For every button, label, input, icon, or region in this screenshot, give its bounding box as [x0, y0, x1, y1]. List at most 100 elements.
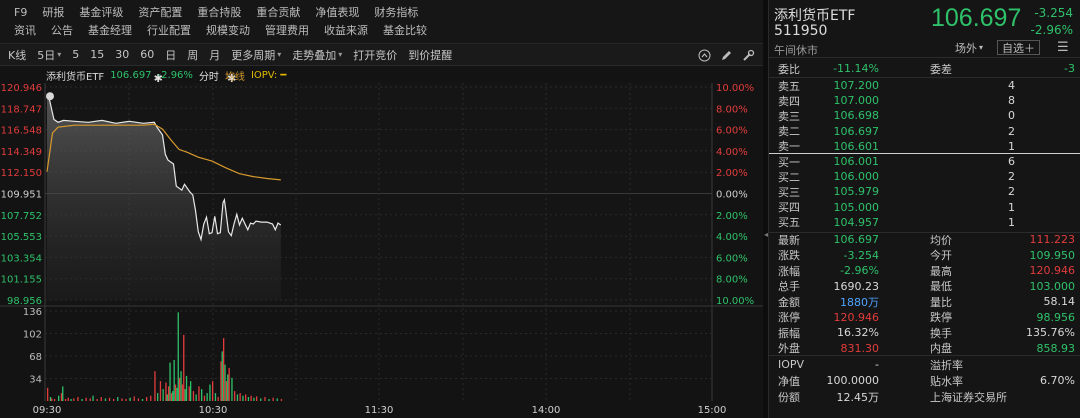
volume-bar: [203, 395, 206, 401]
toolbar-item[interactable]: 月: [209, 47, 220, 63]
iopv-value: -: [875, 358, 879, 371]
menu-item[interactable]: 净值表现: [315, 4, 359, 20]
volume-bar: [100, 397, 102, 401]
menu-item[interactable]: 收益来源: [324, 22, 368, 38]
ask-price[interactable]: 107.200: [834, 79, 880, 92]
toolbar-item[interactable]: 到价提醒: [408, 47, 452, 63]
intraday-chart[interactable]: 120.946 118.747 116.548 114.349 112.150 109.9…: [0, 66, 763, 418]
ask-price[interactable]: 107.000: [834, 94, 880, 107]
wei-cha-label: 委差: [930, 62, 952, 76]
menu-item[interactable]: 公告: [51, 22, 73, 38]
draw-pen-icon[interactable]: [719, 48, 733, 62]
stat-value: 858.93: [1036, 341, 1076, 355]
volume-bar: [195, 394, 197, 401]
toolbar-item[interactable]: 5: [72, 48, 79, 61]
more-icon[interactable]: ☰: [1057, 40, 1069, 55]
toolbar-item[interactable]: 60: [140, 48, 154, 61]
y-pct-label: 8.00%: [716, 275, 748, 286]
menu-item[interactable]: 行业配置: [147, 22, 191, 38]
volume-bar: [225, 381, 228, 401]
add-watchlist-button[interactable]: 自选＋: [997, 40, 1040, 55]
toolbar-item-label: 日: [165, 48, 177, 62]
wei-cha-value: -3: [1064, 62, 1075, 75]
volume-bar: [170, 393, 173, 401]
menu-item[interactable]: 基金经理: [88, 22, 132, 38]
stat-value: 135.76%: [1026, 326, 1075, 339]
chart-legend: 添利货币ETF 106.697 -2.96% 分时 均线 IOPV: ━: [46, 68, 292, 83]
volume-bar: [159, 381, 162, 401]
volume-bar: [173, 360, 175, 401]
volume-bar: [220, 361, 222, 401]
toolbar-item[interactable]: 5日 ▾: [37, 47, 61, 63]
quote-header: 添利货币ETF 511950 午间休市 106.697 -3.254 -2.96…: [769, 0, 1080, 58]
menu-item[interactable]: 研报: [42, 4, 64, 20]
bid-label: 买一: [778, 155, 800, 169]
exchange-name: 上海证券交易所: [930, 390, 1007, 404]
volume-bar: [166, 394, 168, 401]
menu-item[interactable]: 基金比较: [383, 22, 427, 38]
volume-bar: [206, 393, 208, 401]
discount-value: 6.70%: [1040, 374, 1075, 387]
outside-market-button[interactable]: 场外 ▾: [955, 40, 983, 55]
volume-bar: [108, 397, 111, 401]
discount-label: 贴水率: [930, 374, 963, 388]
stat-row: 振幅 16.32% 换手 135.76%: [769, 325, 1080, 340]
menu-item[interactable]: 管理费用: [265, 22, 309, 38]
bid-price[interactable]: 105.000: [834, 201, 880, 214]
y-tick-label: 107.752: [1, 211, 42, 222]
ask-price[interactable]: 106.698: [834, 109, 880, 122]
toolbar-item[interactable]: 30: [115, 48, 129, 61]
settings-icon[interactable]: [741, 48, 755, 62]
y-tick-label: 112.150: [1, 168, 42, 179]
chart-mode[interactable]: 分时: [199, 68, 219, 83]
fund-menu: F9 研报 基金评级 资产配置 重合持股 重合贡献 净值表现 财务指标 资讯 公告 基金经理 行业配…: [0, 0, 763, 44]
bid-label: 买四: [778, 201, 800, 215]
menu-item[interactable]: F9: [14, 6, 27, 19]
quote-panel: 添利货币ETF 511950 午间休市 106.697 -3.254 -2.96…: [768, 0, 1080, 418]
y-pct-label: 0.00%: [716, 190, 748, 201]
chart-canvas[interactable]: 120.946 118.747 116.548 114.349 112.150 109.9…: [0, 66, 763, 418]
bid-price[interactable]: 106.000: [834, 170, 880, 183]
toolbar-item[interactable]: K线: [8, 47, 26, 63]
toolbar-item[interactable]: 日: [165, 47, 176, 63]
stat-label: 今开: [930, 249, 952, 262]
y-pct-label: 4.00%: [716, 232, 748, 243]
volume-bar: [217, 397, 219, 401]
price-change-pct: -2.96%: [1030, 23, 1073, 37]
menu-item[interactable]: 资讯: [14, 22, 36, 38]
menu-item[interactable]: 规模变动: [206, 22, 250, 38]
volume-bar: [121, 398, 123, 401]
volume-bar: [137, 398, 140, 401]
toolbar-item[interactable]: 15: [90, 48, 104, 61]
toolbar-item[interactable]: 走势叠加 ▾: [292, 47, 342, 63]
bid-price[interactable]: 104.957: [834, 216, 880, 229]
menu-item[interactable]: 财务指标: [374, 4, 418, 20]
bid-price[interactable]: 105.979: [834, 185, 880, 198]
toolbar-item[interactable]: 更多周期 ▾: [231, 47, 281, 63]
y-pct-label: 6.00%: [716, 126, 748, 137]
menu-item[interactable]: 资产配置: [138, 4, 182, 20]
volume-bar: [190, 381, 192, 401]
volume-bar: [49, 397, 52, 401]
menu-item[interactable]: 重合持股: [197, 4, 241, 20]
toolbar-item[interactable]: 周: [187, 47, 198, 63]
price-change: -3.254: [1034, 6, 1073, 20]
up-circle-icon[interactable]: [697, 48, 711, 62]
stat-label: 总手: [778, 280, 800, 293]
bid-price[interactable]: 106.001: [834, 155, 880, 168]
ask-price[interactable]: 106.697: [834, 125, 880, 138]
x-tick-label: 11:30: [365, 405, 394, 416]
ask-price[interactable]: 106.601: [834, 140, 880, 153]
fund-name: 添利货币ETF: [774, 8, 856, 24]
volume-bar: [234, 391, 236, 401]
chart-toolbar: K线 5日 ▾ 5 15 30 60 日周月更多周期 ▾ 走势叠加 ▾ 打开竞价 到价提醒: [0, 44, 763, 66]
volume-bar: [214, 393, 217, 401]
toolbar-item[interactable]: 打开竞价: [353, 47, 397, 63]
menu-item[interactable]: 重合贡献: [256, 4, 300, 20]
high-marker: [46, 92, 54, 101]
ask-label: 卖一: [778, 140, 800, 154]
period-selector: K线 5日 ▾ 5 15 30 60 日周月更多周期 ▾ 走势叠加 ▾ 打开竞价 到价提醒: [0, 47, 452, 63]
menu-item[interactable]: 基金评级: [79, 4, 123, 20]
volume-bar: [188, 386, 190, 401]
divider: [769, 355, 1080, 356]
